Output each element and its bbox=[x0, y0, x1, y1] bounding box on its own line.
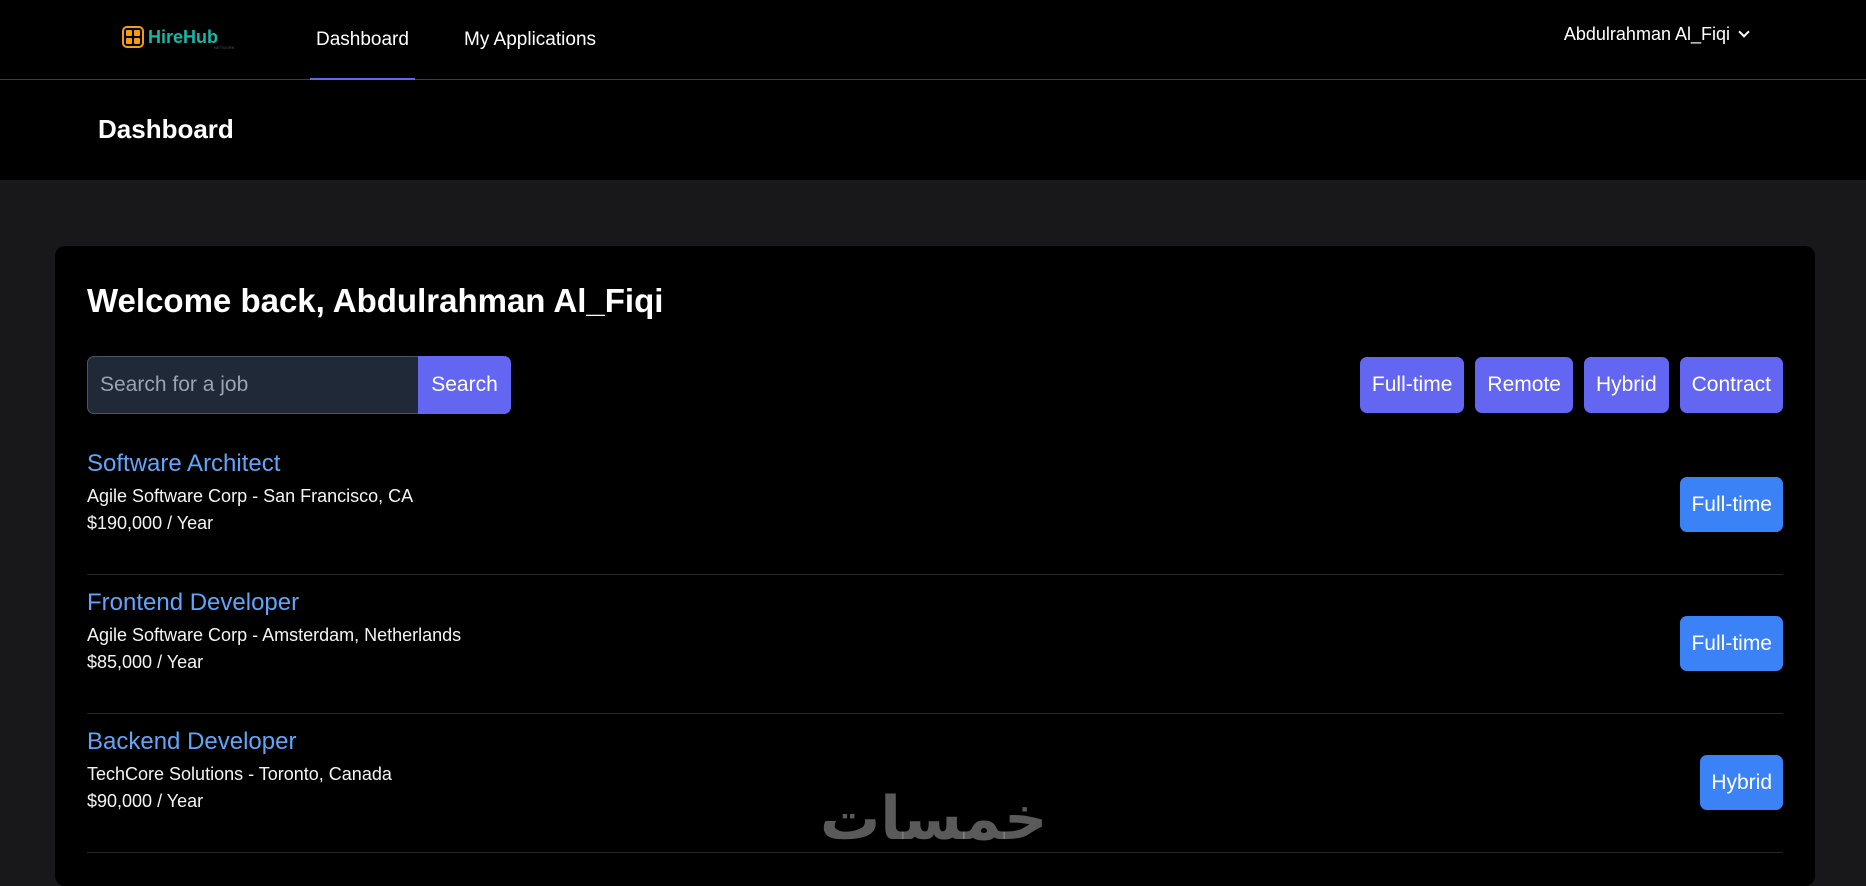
page-title: Dashboard bbox=[98, 114, 234, 144]
tab-dashboard-label: Dashboard bbox=[316, 29, 409, 50]
job-title-link[interactable]: Frontend Developer bbox=[87, 589, 299, 617]
search-bar: Search bbox=[87, 356, 511, 414]
welcome-heading: Welcome back, Abdulrahman Al_Fiqi bbox=[87, 282, 664, 319]
search-button[interactable]: Search bbox=[418, 356, 511, 414]
user-name: Abdulrahman Al_Fiqi bbox=[1563, 23, 1730, 44]
top-navbar: HireHub NETWORK Dashboard My Application… bbox=[0, 0, 1866, 80]
job-salary: $85,000 / Year bbox=[87, 652, 204, 672]
job-list-item: Software Architect Agile Software Corp -… bbox=[87, 436, 1783, 575]
filter-remote-button[interactable]: Remote bbox=[1475, 357, 1573, 413]
logo-grid-icon bbox=[122, 26, 144, 48]
job-type-badge: Full-time bbox=[1680, 616, 1783, 671]
chevron-down-icon bbox=[1738, 25, 1750, 38]
page-header: Dashboard bbox=[0, 80, 1866, 180]
tab-my-applications[interactable]: My Applications bbox=[464, 0, 596, 80]
job-type-filters: Full-time Remote Hybrid Contract bbox=[1359, 357, 1783, 413]
watermark-logo: خمسات bbox=[820, 784, 1048, 854]
job-company-location: TechCore Solutions - Toronto, Canada bbox=[87, 764, 392, 784]
job-salary: $90,000 / Year bbox=[87, 791, 204, 811]
logo-subtext: NETWORK bbox=[214, 45, 235, 50]
user-menu[interactable]: Abdulrahman Al_Fiqi bbox=[1563, 0, 1750, 68]
job-list-item: Frontend Developer Agile Software Corp -… bbox=[87, 575, 1783, 714]
job-type-badge: Hybrid bbox=[1700, 755, 1783, 810]
tab-dashboard[interactable]: Dashboard bbox=[310, 0, 415, 80]
job-title-link[interactable]: Software Architect bbox=[87, 450, 280, 478]
filter-full-time-button[interactable]: Full-time bbox=[1359, 357, 1465, 413]
job-title-link[interactable]: Backend Developer bbox=[87, 728, 296, 756]
job-company-location: Agile Software Corp - San Francisco, CA bbox=[87, 486, 414, 506]
job-salary: $190,000 / Year bbox=[87, 513, 214, 533]
filter-contract-button[interactable]: Contract bbox=[1679, 357, 1783, 413]
job-type-badge: Full-time bbox=[1680, 477, 1783, 532]
logo-text: HireHub bbox=[148, 26, 219, 47]
job-company-location: Agile Software Corp - Amsterdam, Netherl… bbox=[87, 625, 462, 645]
filter-hybrid-button[interactable]: Hybrid bbox=[1583, 357, 1669, 413]
hirehub-logo[interactable]: HireHub NETWORK bbox=[122, 22, 234, 52]
tab-my-applications-label: My Applications bbox=[464, 29, 597, 50]
search-input[interactable] bbox=[87, 356, 418, 414]
